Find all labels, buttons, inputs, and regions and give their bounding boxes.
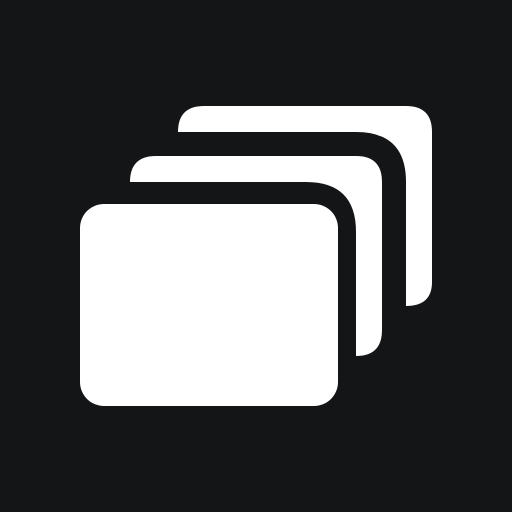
app-icon [0,0,512,512]
stacked-cards-icon [80,106,432,406]
front-card-shape [80,204,338,406]
